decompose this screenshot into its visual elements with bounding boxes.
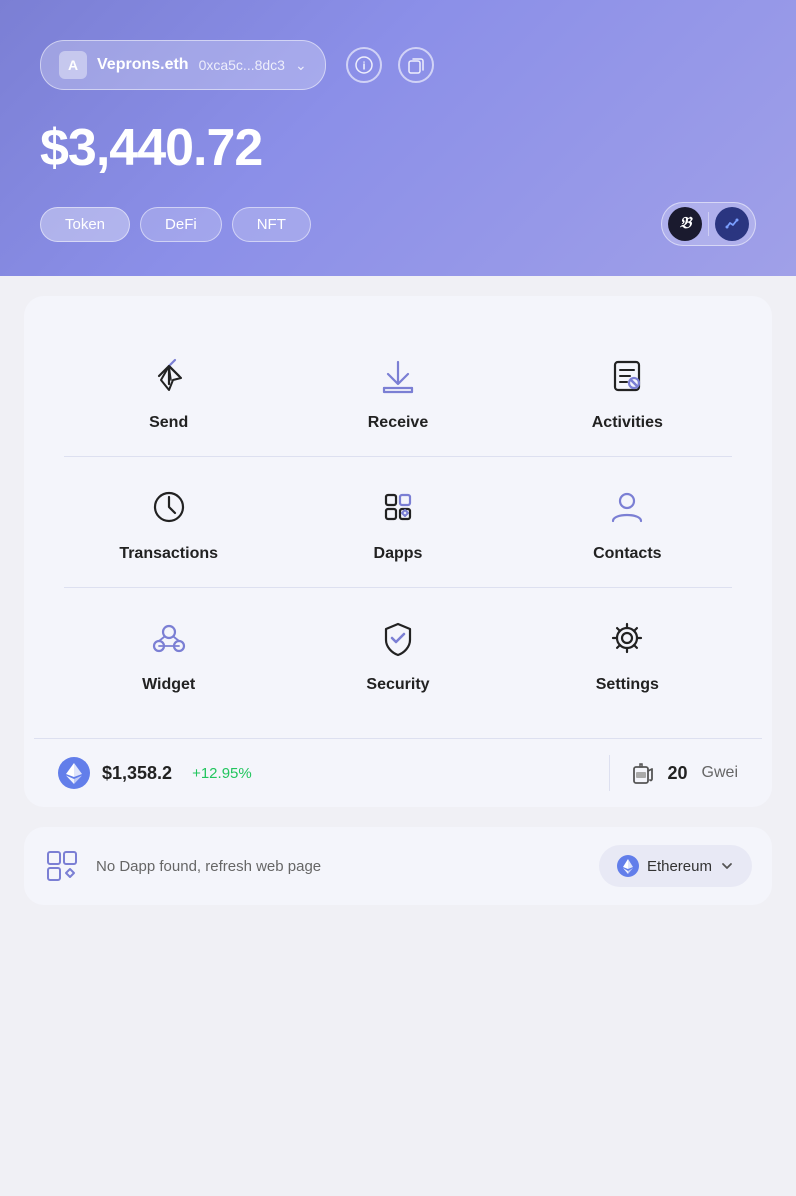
action-widget[interactable]: Widget — [54, 588, 283, 718]
address-bar: A Veprons.eth 0xca5c...8dc3 ⌄ i — [40, 40, 756, 90]
wallet-name: Veprons.eth — [97, 56, 189, 74]
widget-label: Widget — [142, 676, 195, 694]
action-dapps[interactable]: Dapps — [283, 457, 512, 587]
action-security[interactable]: Security — [283, 588, 512, 718]
brand-logo-b: 𝔅 — [668, 207, 702, 241]
transactions-label: Transactions — [119, 545, 218, 563]
eth-change: +12.95% — [192, 765, 252, 782]
info-icon: i — [355, 56, 373, 74]
wallet-selector[interactable]: A Veprons.eth 0xca5c...8dc3 ⌄ — [40, 40, 326, 90]
security-icon — [372, 612, 424, 664]
send-icon — [143, 350, 195, 402]
gas-unit: Gwei — [702, 764, 738, 782]
copy-button[interactable] — [398, 47, 434, 83]
hero-section: A Veprons.eth 0xca5c...8dc3 ⌄ i $3,440.7… — [0, 0, 796, 276]
brand-logo-chart — [715, 207, 749, 241]
action-transactions[interactable]: Transactions — [54, 457, 283, 587]
dapp-bar-message: No Dapp found, refresh web page — [96, 858, 583, 875]
chevron-down-icon: ⌄ — [295, 57, 307, 74]
asset-tabs: Token DeFi NFT 𝔅 — [40, 202, 756, 246]
wallet-address: 0xca5c...8dc3 — [199, 57, 285, 73]
brand-logos[interactable]: 𝔅 — [661, 202, 756, 246]
gas-icon — [630, 759, 658, 787]
dapps-label: Dapps — [374, 545, 423, 563]
actions-grid: Send Receive — [34, 316, 762, 738]
contacts-label: Contacts — [593, 545, 661, 563]
svg-text:i: i — [362, 61, 365, 73]
send-label: Send — [149, 414, 188, 432]
network-selector[interactable]: Ethereum — [599, 845, 752, 887]
network-chevron-icon — [720, 859, 734, 873]
ticker-left: $1,358.2 +12.95% — [58, 757, 589, 789]
contacts-icon — [601, 481, 653, 533]
brand-divider — [708, 212, 709, 236]
action-receive[interactable]: Receive — [283, 326, 512, 456]
header-actions: i — [346, 47, 434, 83]
action-send[interactable]: Send — [54, 326, 283, 456]
widget-icon — [143, 612, 195, 664]
settings-icon — [601, 612, 653, 664]
settings-label: Settings — [596, 676, 659, 694]
receive-icon — [372, 350, 424, 402]
copy-icon — [407, 56, 425, 74]
action-settings[interactable]: Settings — [513, 588, 742, 718]
ethereum-network-icon — [617, 855, 639, 877]
tab-nft[interactable]: NFT — [232, 207, 311, 242]
total-balance: $3,440.72 — [40, 118, 756, 178]
receive-label: Receive — [368, 414, 429, 432]
security-label: Security — [366, 676, 429, 694]
eth-logo — [58, 757, 90, 789]
activities-icon — [601, 350, 653, 402]
info-button[interactable]: i — [346, 47, 382, 83]
gas-value: 20 — [668, 763, 688, 784]
dapp-bar: No Dapp found, refresh web page Ethereum — [24, 827, 772, 905]
transactions-icon — [143, 481, 195, 533]
activities-label: Activities — [592, 414, 663, 432]
dapp-bar-icon — [44, 848, 80, 884]
ticker-divider — [609, 755, 610, 791]
eth-price: $1,358.2 — [102, 763, 172, 784]
tab-token[interactable]: Token — [40, 207, 130, 242]
tab-defi[interactable]: DeFi — [140, 207, 222, 242]
action-activities[interactable]: Activities — [513, 326, 742, 456]
network-name: Ethereum — [647, 858, 712, 875]
action-contacts[interactable]: Contacts — [513, 457, 742, 587]
wallet-avatar: A — [59, 51, 87, 79]
ticker-row: $1,358.2 +12.95% 20 Gwei — [34, 738, 762, 807]
ticker-right: 20 Gwei — [630, 759, 738, 787]
dapps-icon — [372, 481, 424, 533]
main-card: Send Receive — [24, 296, 772, 807]
